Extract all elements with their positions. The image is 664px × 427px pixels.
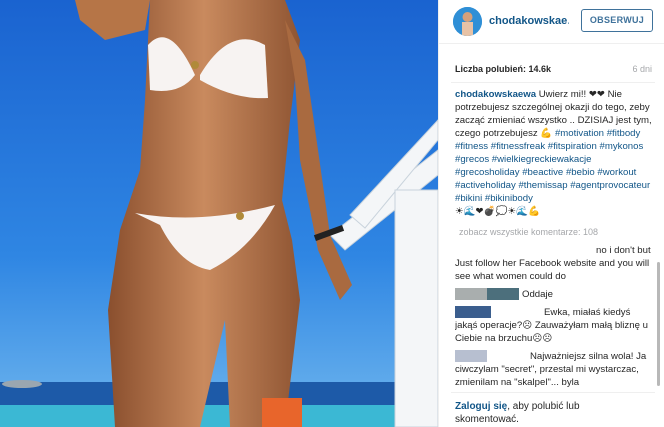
comments-scrollbar[interactable] [657,262,660,386]
hashtag-link[interactable]: #themissap [518,180,570,191]
hashtag-link[interactable]: #bikinibody [485,193,533,204]
hashtag-link[interactable]: #beactive [522,167,566,178]
hashtag-link[interactable]: #workout [597,167,636,178]
post-age[interactable]: 6 dni [632,64,652,74]
hashtag-link[interactable]: #agentprovocateur [570,180,650,191]
comment-username[interactable] [455,306,491,319]
comment-username[interactable] [455,288,487,301]
likes-label: Liczba polubień: [455,64,526,74]
comment: no i don't but Just follow her Facebook … [455,244,653,283]
divider [451,82,655,83]
caption-emoji: ☀🌊❤💣💭☀🌊💪 [455,206,540,217]
hashtag-link[interactable]: #bebio [566,167,597,178]
post-sidebar: chodakowskae… OBSERWUJ Liczba polubień: … [438,0,664,427]
comments-list: chodakowskaewa Uwierz mi!! ❤❤ Nie potrze… [455,88,653,388]
hashtag-link[interactable]: #fitness [455,141,491,152]
hashtag-link[interactable]: #wielkiegreckiewakacje [492,154,592,165]
comment: Ewka, miałaś kiedyś jakąś operacje?☹ Zau… [455,306,653,345]
login-link[interactable]: Zaloguj się [455,401,507,412]
likes-count: 14.6k [528,64,552,74]
hashtag-link[interactable]: #fitnessfreak [491,141,548,152]
comment-username[interactable] [455,350,487,363]
hashtag-link[interactable]: #activeholiday [455,180,518,191]
caption: chodakowskaewa Uwierz mi!! ❤❤ Nie potrze… [455,88,653,218]
hashtag-link[interactable]: #fitspiration [548,141,600,152]
avatar-image [453,7,482,36]
hashtag-link[interactable]: #bikini [455,193,485,204]
likes-counter[interactable]: Liczba polubień: 14.6k [455,64,551,74]
hashtag-link[interactable]: #fitbody [607,128,641,139]
hashtag-link[interactable]: #motivation [555,128,607,139]
comment: Oddaje [455,288,653,301]
follow-button[interactable]: OBSERWUJ [581,9,653,32]
caption-hashtags: #motivation #fitbody #fitness #fitnessfr… [455,128,650,204]
caption-username[interactable]: chodakowskaewa [455,89,536,100]
comment-username-2[interactable] [487,288,519,301]
hashtag-link[interactable]: #grecos [455,154,492,165]
beach-photo-illustration [0,0,438,427]
hashtag-link[interactable]: #mykonos [600,141,644,152]
comment: Najważniejsz silna wola! Ja ciwczylam "s… [455,350,653,388]
divider [451,392,655,393]
login-prompt: Zaloguj się, aby polubić lub skomentować… [455,400,645,426]
comment-username-2[interactable] [490,350,530,363]
view-all-comments-link[interactable]: zobacz wszystkie komentarze: 108 [455,226,653,239]
post-photo[interactable] [0,0,438,427]
comment-username-2[interactable] [491,306,541,319]
username-link[interactable]: chodakowskae… [489,15,569,27]
post-header: chodakowskae… OBSERWUJ [439,0,664,44]
avatar[interactable] [453,7,482,36]
comment-text: Oddaje [522,289,553,300]
hashtag-link[interactable]: #grecosholiday [455,167,522,178]
comment-username[interactable] [455,244,593,257]
